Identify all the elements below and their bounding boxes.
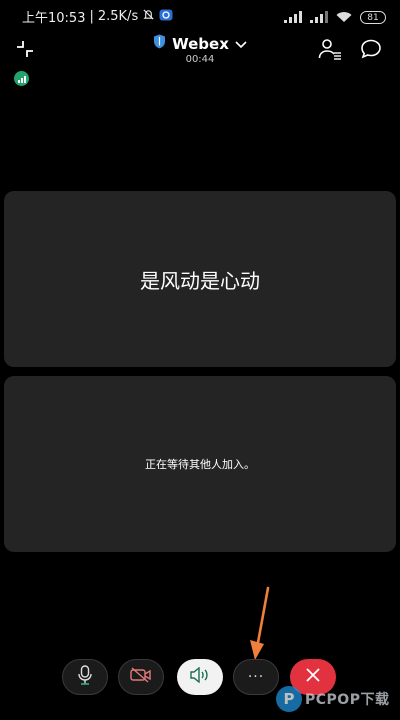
status-separator: | <box>89 9 94 24</box>
status-left: 上午10:53 | 2.5K/s <box>22 7 173 26</box>
speaker-icon <box>189 666 211 687</box>
status-bar: 上午10:53 | 2.5K/s 81 <box>0 0 400 30</box>
video-toggle-button[interactable] <box>118 659 164 695</box>
app-notification-icon <box>159 9 173 25</box>
wifi-icon <box>336 8 352 27</box>
participant-name: 是风动是心动 <box>140 268 260 293</box>
waiting-message: 正在等待其他人加入。 <box>145 458 255 471</box>
participants-button[interactable] <box>318 38 342 60</box>
shield-icon <box>153 34 166 53</box>
more-options-button[interactable]: ··· <box>233 659 279 695</box>
status-time: 上午10:53 <box>22 11 86 26</box>
cell-signal-2-icon <box>310 8 328 27</box>
watermark-logo: P <box>276 686 302 712</box>
participant-tile[interactable]: 是风动是心动 <box>4 191 396 367</box>
cell-signal-icon <box>284 8 302 27</box>
participants-icon <box>318 39 342 64</box>
arrow-icon <box>246 586 272 666</box>
chat-icon <box>360 39 382 64</box>
waiting-tile: 正在等待其他人加入。 <box>4 376 396 552</box>
close-icon <box>305 667 321 687</box>
watermark-text: PCPOP下载 <box>305 692 390 708</box>
mute-bell-icon <box>142 8 155 25</box>
watermark: P PCPOP下载 <box>276 686 389 712</box>
meeting-title-row[interactable]: Webex <box>153 34 247 53</box>
signal-icon <box>14 71 29 86</box>
chat-button[interactable] <box>360 38 382 60</box>
more-icon: ··· <box>247 669 265 685</box>
audio-button[interactable] <box>177 659 223 695</box>
mute-button[interactable] <box>62 659 108 695</box>
chevron-down-icon <box>235 35 247 53</box>
meeting-title: Webex <box>172 34 229 53</box>
mic-icon <box>78 665 92 689</box>
video-off-icon <box>130 667 152 687</box>
network-speed: 2.5K/s <box>97 9 139 24</box>
status-right: 81 <box>284 8 386 27</box>
battery-indicator: 81 <box>360 11 386 24</box>
